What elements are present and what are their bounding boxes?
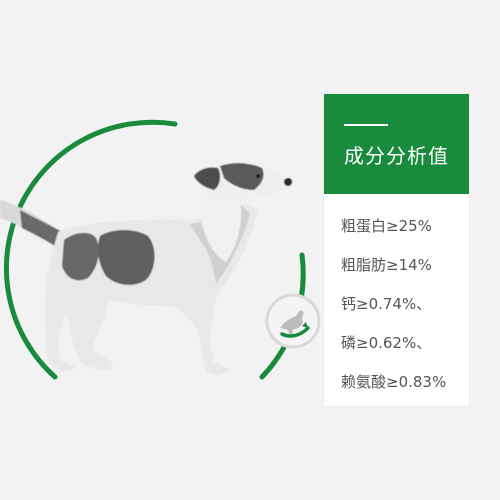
panel-header: 成分分析值	[324, 94, 469, 194]
panel-title: 成分分析值	[344, 144, 449, 168]
product-banner: 成分分析值 粗蛋白≥25% 粗脂肪≥14% 钙≥0.74%、 磷≥0.62%、 …	[0, 0, 500, 500]
nutrient-phosphorus: 磷≥0.62%、	[341, 334, 432, 352]
nutrient-calcium: 钙≥0.74%、	[341, 295, 432, 313]
nutrition-panel: 成分分析值 粗蛋白≥25% 粗脂肪≥14% 钙≥0.74%、 磷≥0.62%、 …	[324, 94, 469, 406]
nutrient-lysine: 赖氨酸≥0.83%	[341, 373, 447, 391]
dog-jumping-icon	[265, 293, 321, 349]
nutrient-crude-fat: 粗脂肪≥14%	[341, 256, 432, 274]
header-divider	[344, 124, 388, 126]
nutrient-crude-protein: 粗蛋白≥25%	[341, 217, 432, 235]
